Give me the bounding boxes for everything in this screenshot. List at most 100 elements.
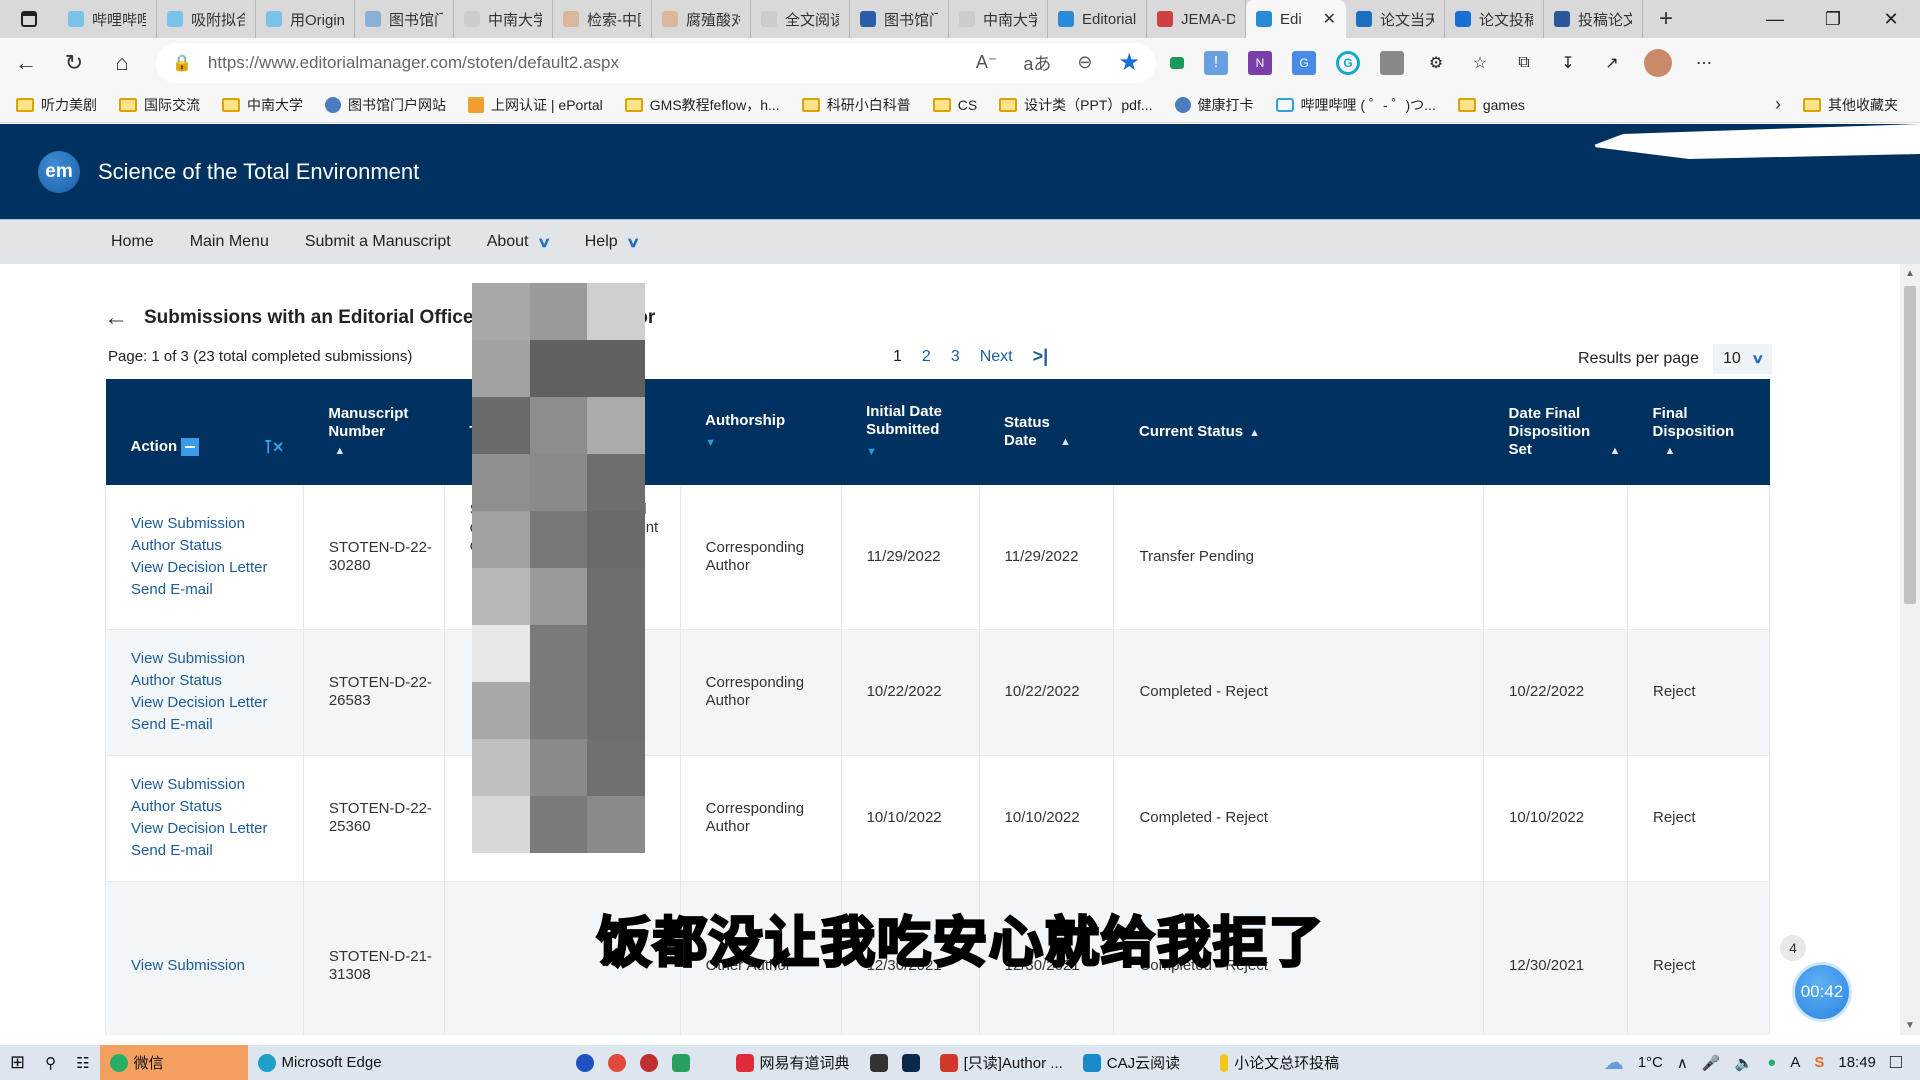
search-button[interactable]: ⚲ xyxy=(35,1045,66,1080)
sort-asc-icon[interactable]: ▲ xyxy=(1664,445,1675,457)
sort-desc-icon[interactable]: ▼ xyxy=(705,434,841,452)
collections-button-icon[interactable]: ⧉ xyxy=(1512,51,1536,75)
grammarly-icon[interactable]: G xyxy=(1336,50,1360,75)
page-link-3[interactable]: 3 xyxy=(951,348,960,366)
favorites-icon[interactable]: ☆ xyxy=(1468,51,1492,75)
results-per-page-select[interactable]: 10 ∨ xyxy=(1712,344,1773,374)
google-translate-icon[interactable]: G xyxy=(1292,50,1316,75)
task-view-button[interactable]: ☷ xyxy=(66,1045,99,1080)
refresh-button[interactable]: ↻ xyxy=(52,41,96,85)
browser-tab[interactable]: 用Origin xyxy=(256,0,355,38)
share-icon[interactable]: ↗ xyxy=(1600,51,1624,75)
back-button[interactable]: ← xyxy=(4,41,48,85)
action-link-view-submission[interactable]: View Submission xyxy=(131,513,303,535)
bookmark-item[interactable]: 听力美剧 xyxy=(16,95,97,115)
browser-tab[interactable]: JEMA-D xyxy=(1147,0,1246,38)
bookmark-item[interactable]: CS xyxy=(932,95,977,115)
browser-tab[interactable]: 论文当天 xyxy=(1346,0,1445,38)
browser-tab[interactable]: 哔哩哔哩 xyxy=(58,0,157,38)
scroll-up-icon[interactable]: ▲ xyxy=(1905,268,1915,279)
page-link-2[interactable]: 2 xyxy=(922,348,931,366)
bookmark-item[interactable]: games xyxy=(1457,95,1525,115)
col-initial-date[interactable]: Initial Date Submitted ▼ xyxy=(841,379,979,485)
nav-submit-manuscript[interactable]: Submit a Manuscript xyxy=(305,233,451,251)
browser-tab[interactable]: Edi ✕ xyxy=(1246,0,1346,38)
collapse-minus-icon[interactable] xyxy=(181,438,200,457)
close-window-button[interactable]: ✕ xyxy=(1862,9,1920,30)
taskbar-app-wechat[interactable]: 微信 xyxy=(99,1045,248,1080)
sort-asc-icon[interactable]: ▲ xyxy=(334,445,345,457)
em-logo[interactable]: em xyxy=(38,150,80,193)
nav-main-menu[interactable]: Main Menu xyxy=(190,233,269,251)
action-link-send-e-mail[interactable]: Send E-mail xyxy=(131,579,303,601)
bookmark-other-favorites[interactable]: 其他收藏夹 xyxy=(1803,95,1898,115)
url-input[interactable]: 🔒 https://www.editorialmanager.com/stote… xyxy=(156,42,1156,83)
browser-tab[interactable]: 图书馆门 xyxy=(850,0,949,38)
bookmark-item[interactable]: 图书馆门户网站 xyxy=(325,95,446,115)
read-aloud-icon[interactable]: A⁻ xyxy=(976,52,998,73)
col-final-disposition[interactable]: Final Disposition ▲ xyxy=(1627,379,1769,485)
bookmark-item[interactable]: 哔哩哔哩 ( ゜- ゜)つ... xyxy=(1275,95,1436,115)
browser-tab[interactable]: 吸附拟合 xyxy=(157,0,256,38)
action-link-author-status[interactable]: Author Status xyxy=(131,796,303,818)
weather-temp[interactable]: 1°C xyxy=(1638,1054,1663,1071)
taskbar-app-youdao[interactable]: 网易有道词典 xyxy=(726,1045,860,1080)
bookmark-item[interactable]: 科研小白科普 xyxy=(801,95,911,115)
bookmark-item[interactable]: 上网认证 | ePortal xyxy=(468,95,603,115)
browser-tab[interactable]: 投稿论文 xyxy=(1544,0,1643,38)
microphone-icon[interactable]: 🎤 xyxy=(1702,1054,1721,1072)
volume-icon[interactable]: 🔈 xyxy=(1735,1054,1754,1072)
action-link-view-decision-letter[interactable]: View Decision Letter xyxy=(131,692,303,714)
bookmark-item[interactable]: 设计类（PPT）pdf... xyxy=(999,95,1153,115)
col-authorship[interactable]: Authorship ▼ xyxy=(680,379,841,485)
scroll-down-icon[interactable]: ▼ xyxy=(1905,1020,1915,1031)
taskbar-app-folder[interactable]: 小论文总环投稿 xyxy=(1190,1045,1349,1080)
action-link-view-submission[interactable]: View Submission xyxy=(131,648,303,670)
more-menu-icon[interactable]: ⋯ xyxy=(1692,51,1716,75)
translate-icon[interactable]: aあ xyxy=(1023,50,1051,76)
endnote-icon[interactable] xyxy=(869,1053,888,1072)
weather-cloud-icon[interactable]: ☁ xyxy=(1604,1050,1624,1075)
clear-filter-icon[interactable]: ⊺× xyxy=(263,438,283,456)
start-button[interactable]: ⊞ xyxy=(0,1045,35,1080)
sort-asc-icon[interactable]: ▲ xyxy=(1610,445,1621,457)
extension-alert-icon[interactable]: ! xyxy=(1204,50,1228,75)
clock[interactable]: 18:49 xyxy=(1838,1054,1876,1071)
action-link-view-submission[interactable]: View Submission xyxy=(131,774,303,796)
nav-home[interactable]: Home xyxy=(111,233,154,251)
minimize-button[interactable]: — xyxy=(1746,9,1804,30)
wechat-tray-icon[interactable]: ● xyxy=(1767,1054,1776,1071)
browser-tab[interactable]: 论文投稿 xyxy=(1445,0,1544,38)
bookmark-item[interactable]: 健康打卡 xyxy=(1174,95,1254,115)
restore-button[interactable]: ❐ xyxy=(1804,9,1862,30)
browser-tab[interactable]: 全文阅读 xyxy=(751,0,850,38)
browser-tab[interactable]: 腐殖酸对 xyxy=(652,0,751,38)
taskbar-app-wps[interactable]: [只读]Author ... xyxy=(930,1045,1073,1080)
recording-timer[interactable]: 00:42 xyxy=(1792,962,1852,1022)
col-manuscript-number[interactable]: Manuscript Number ▲ xyxy=(303,379,444,485)
browser-tab[interactable]: 中南大学 xyxy=(454,0,553,38)
action-link-send-e-mail[interactable]: Send E-mail xyxy=(131,714,303,736)
nav-help[interactable]: Help ∨ xyxy=(585,233,640,251)
profile-avatar[interactable] xyxy=(1644,48,1672,77)
tray-expand-icon[interactable]: ∧ xyxy=(1677,1054,1688,1072)
favorite-star-icon[interactable]: ★ xyxy=(1118,48,1140,77)
photoshop-icon[interactable] xyxy=(901,1053,920,1072)
bookmarks-overflow-chevron-icon[interactable]: › xyxy=(1775,94,1781,115)
action-link-send-e-mail[interactable]: Send E-mail xyxy=(131,840,303,862)
taskbar-app-caj[interactable]: CAJ云阅读 xyxy=(1073,1045,1190,1080)
next-page-link[interactable]: Next xyxy=(980,348,1013,366)
bookmark-item[interactable]: 国际交流 xyxy=(119,95,200,115)
onenote-icon[interactable]: N xyxy=(1248,50,1272,75)
tab-actions-button[interactable] xyxy=(0,0,58,38)
input-method-icon[interactable]: A xyxy=(1790,1054,1800,1071)
bookmark-item[interactable]: GMS教程feflow，h... xyxy=(624,95,780,115)
zoom-out-icon[interactable]: ⊖ xyxy=(1077,52,1092,73)
browser-tab[interactable]: 检索-中国 xyxy=(553,0,652,38)
action-link-author-status[interactable]: Author Status xyxy=(131,670,303,692)
extensions-puzzle-icon[interactable]: ⚙ xyxy=(1424,51,1448,75)
app-icon[interactable] xyxy=(671,1053,690,1072)
action-link-view-submission[interactable]: View Submission xyxy=(131,955,303,977)
extension-green-icon[interactable] xyxy=(1170,56,1184,69)
downloads-icon[interactable]: ↧ xyxy=(1556,51,1580,75)
